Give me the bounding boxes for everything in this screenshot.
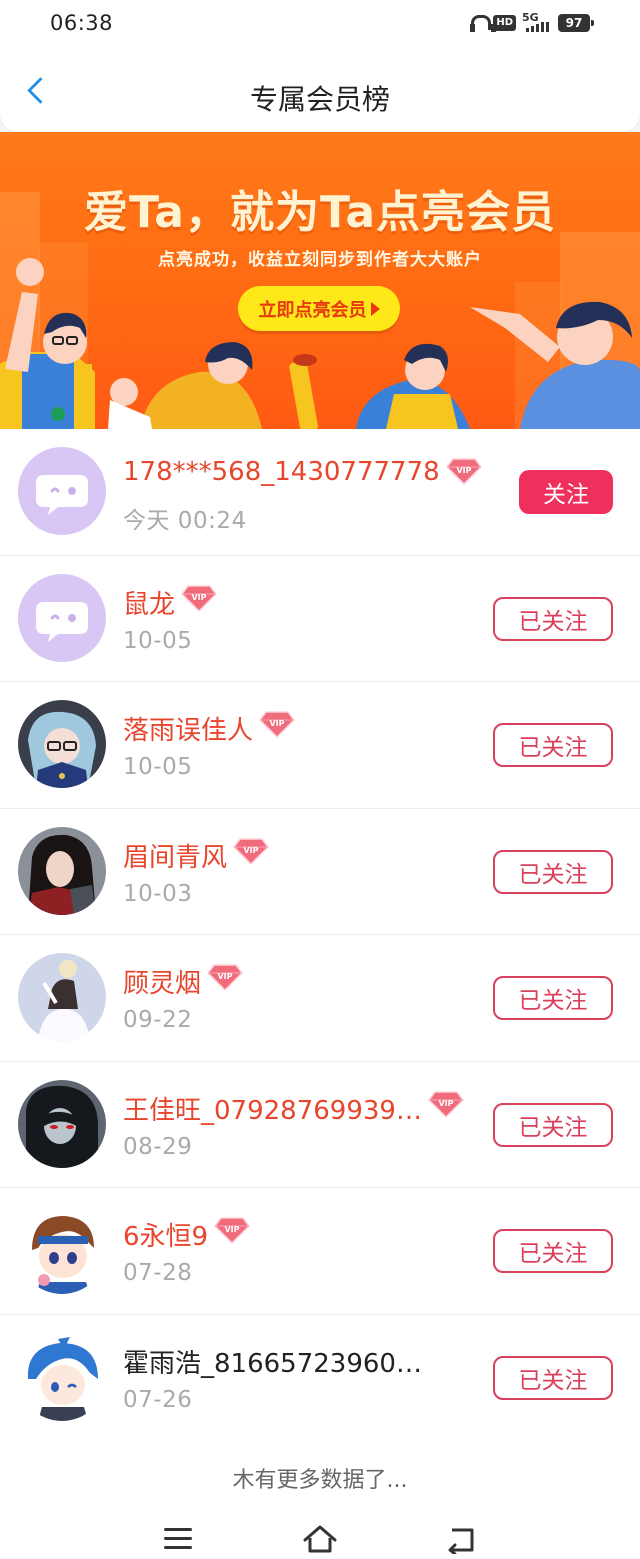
svg-text:VIP: VIP <box>217 972 232 981</box>
avatar[interactable] <box>18 700 106 788</box>
activate-vip-label: 立即点亮会员 <box>258 299 367 321</box>
member-name[interactable]: 霍雨浩_81665723960… <box>123 1343 422 1380</box>
home-icon[interactable] <box>302 1524 338 1554</box>
avatar[interactable] <box>18 573 106 662</box>
member-row[interactable]: 王佳旺_07928769939… VIP 08-29 已关注 <box>0 1062 640 1188</box>
followed-button[interactable]: 已关注 <box>493 849 613 894</box>
member-name[interactable]: 眉间青风 <box>123 837 227 874</box>
member-row[interactable]: 霍雨浩_81665723960… 07-26 已关注 <box>0 1315 640 1441</box>
followed-button[interactable]: 已关注 <box>493 596 613 641</box>
status-time: 06:38 <box>50 11 114 35</box>
member-date: 10-05 <box>123 754 193 780</box>
signal-icon: 5G <box>522 11 552 33</box>
status-icons: HD 5G 97 <box>469 11 594 33</box>
no-more-data-text: 木有更多数据了... <box>0 1440 640 1510</box>
member-date: 10-03 <box>123 880 193 907</box>
svg-text:VIP: VIP <box>438 1099 453 1108</box>
promo-banner[interactable]: 爱Ta，就为Ta点亮会员 点亮成功，收益立刻同步到作者大大账户 立即点亮会员 <box>0 132 640 429</box>
vip-diamond-icon: VIP <box>259 709 295 739</box>
member-name[interactable]: 鼠龙 <box>123 584 175 621</box>
member-date: 08-29 <box>123 1133 193 1160</box>
headphone-icon <box>469 13 497 33</box>
vip-diamond-icon: VIP <box>233 836 269 866</box>
member-row[interactable]: 顾灵烟 VIP 09-22 已关注 <box>0 935 640 1062</box>
member-row[interactable]: 落雨误佳人 VIP 10-05 已关注 <box>0 682 640 809</box>
member-name[interactable]: 落雨误佳人 <box>123 710 253 747</box>
member-name[interactable]: 178***568_1430777778 <box>123 457 440 487</box>
vip-diamond-icon: VIP <box>207 962 243 992</box>
avatar[interactable] <box>18 826 106 915</box>
svg-text:VIP: VIP <box>243 846 258 855</box>
member-name[interactable]: 6永恒9 <box>123 1216 208 1253</box>
member-date: 09-22 <box>123 1007 193 1033</box>
followed-button[interactable]: 已关注 <box>493 976 613 1020</box>
back-nav-icon[interactable] <box>446 1526 478 1554</box>
member-date: 07-26 <box>123 1386 193 1413</box>
system-nav-bar <box>0 1510 640 1559</box>
status-bar: 06:38 HD 5G 97 <box>0 0 640 50</box>
member-row[interactable]: 眉间青风 VIP 10-03 已关注 <box>0 809 640 935</box>
svg-text:VIP: VIP <box>269 719 284 728</box>
banner-headline: 爱Ta，就为Ta点亮会员 <box>83 187 557 238</box>
followed-button[interactable]: 已关注 <box>493 1102 613 1147</box>
member-row[interactable]: 178***568_1430777778 VIP 今天 00:24 关注 <box>0 429 640 556</box>
followed-button[interactable]: 已关注 <box>493 1355 613 1400</box>
avatar[interactable] <box>18 1332 106 1421</box>
follow-button[interactable]: 关注 <box>519 470 613 514</box>
member-row[interactable]: 鼠龙 VIP 10-05 已关注 <box>0 556 640 682</box>
activate-vip-button[interactable]: 立即点亮会员 <box>238 286 400 331</box>
menu-icon[interactable] <box>164 1528 192 1550</box>
hd-icon: HD <box>493 15 516 31</box>
play-arrow-icon <box>370 301 380 316</box>
member-date: 07-28 <box>123 1260 193 1286</box>
vip-diamond-icon: VIP <box>427 1089 464 1119</box>
followed-button[interactable]: 已关注 <box>493 1229 613 1273</box>
vip-diamond-icon: VIP <box>181 583 217 613</box>
member-list: 178***568_1430777778 VIP 今天 00:24 关注 鼠龙 V… <box>0 429 640 1441</box>
svg-text:VIP: VIP <box>191 593 206 602</box>
avatar[interactable] <box>18 1079 106 1168</box>
banner-subtitle: 点亮成功，收益立刻同步到作者大大账户 <box>158 250 482 270</box>
vip-diamond-icon: VIP <box>445 456 482 486</box>
member-date: 今天 00:24 <box>123 508 247 534</box>
avatar[interactable] <box>18 447 106 535</box>
svg-text:VIP: VIP <box>456 466 471 475</box>
vip-diamond-icon: VIP <box>214 1215 251 1245</box>
member-name[interactable]: 王佳旺_07928769939… <box>123 1090 422 1127</box>
member-row[interactable]: 6永恒9 VIP 07-28 已关注 <box>0 1188 640 1315</box>
app-header: 专属会员榜 <box>0 50 640 132</box>
avatar[interactable] <box>18 953 106 1041</box>
member-name[interactable]: 顾灵烟 <box>123 963 201 1000</box>
svg-text:VIP: VIP <box>225 1225 240 1234</box>
page-title: 专属会员榜 <box>249 83 390 116</box>
member-date: 10-05 <box>123 627 193 654</box>
battery-icon: 97 <box>558 14 594 32</box>
avatar[interactable] <box>18 1206 106 1294</box>
followed-button[interactable]: 已关注 <box>493 723 613 767</box>
